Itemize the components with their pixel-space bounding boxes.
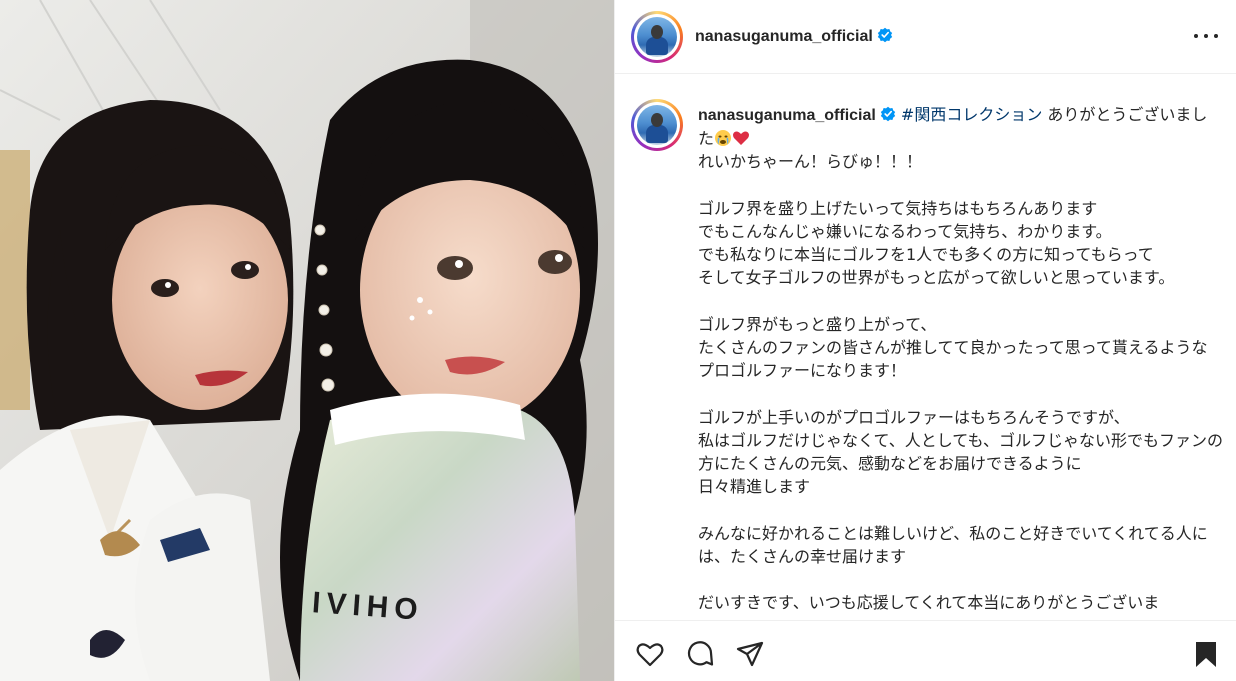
comment-icon[interactable] bbox=[685, 639, 715, 669]
caption-username[interactable]: nanasuganuma_official bbox=[698, 107, 876, 124]
share-icon[interactable] bbox=[735, 639, 765, 669]
hashtag-link[interactable]: #関西コレクション bbox=[901, 105, 1042, 124]
post-side-panel: nanasuganuma_official nanasuganuma_offic… bbox=[614, 0, 1236, 681]
post-header: nanasuganuma_official bbox=[615, 0, 1236, 74]
caption-verified-badge-icon bbox=[880, 106, 896, 122]
post-photo[interactable]: IVIHO bbox=[0, 0, 614, 681]
crying-face-emoji-icon bbox=[715, 130, 732, 147]
heart-icon[interactable] bbox=[635, 639, 665, 669]
caption-body: れいかちゃーん！らびゅ！！！ ゴルフ界を盛り上げたいって気持ちはもちろんあります… bbox=[698, 152, 1223, 613]
verified-badge-icon bbox=[877, 27, 893, 43]
caption-text: nanasuganuma_official #関西コレクション ありがとうござい… bbox=[698, 103, 1223, 614]
username-text[interactable]: nanasuganuma_official bbox=[695, 28, 873, 45]
red-heart-emoji-icon bbox=[733, 131, 750, 146]
author-username-header[interactable]: nanasuganuma_official bbox=[695, 27, 893, 46]
action-bar bbox=[615, 620, 1236, 681]
author-avatar[interactable] bbox=[631, 11, 683, 63]
selfie-illustration bbox=[0, 0, 614, 681]
more-options-icon[interactable] bbox=[1192, 26, 1220, 46]
bookmark-icon[interactable] bbox=[1191, 639, 1221, 669]
caption-section: nanasuganuma_official #関西コレクション ありがとうござい… bbox=[615, 75, 1236, 620]
caption-author-avatar[interactable] bbox=[631, 99, 683, 151]
